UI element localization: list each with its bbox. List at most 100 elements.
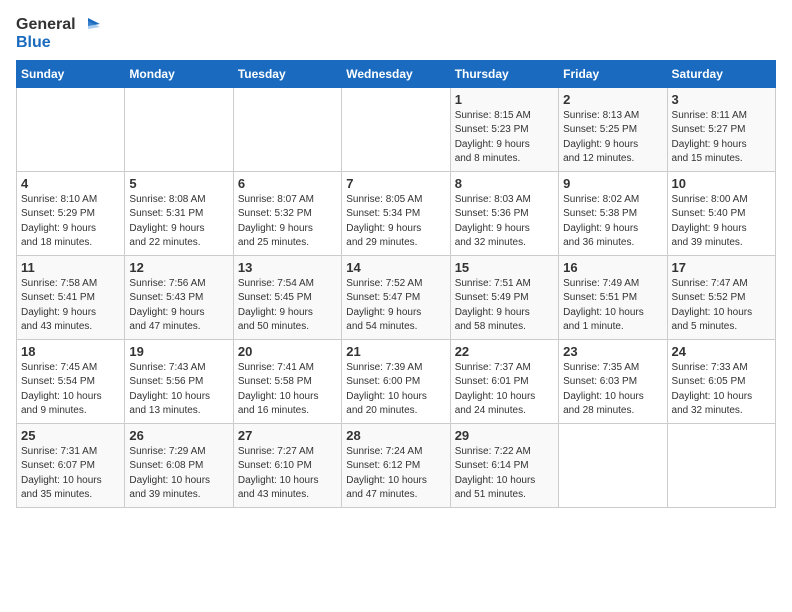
day-info: Sunrise: 7:24 AM Sunset: 6:12 PM Dayligh…: [346, 445, 445, 503]
day-info: Sunrise: 7:22 AM Sunset: 6:14 PM Dayligh…: [455, 445, 554, 503]
weekday-header-saturday: Saturday: [667, 60, 775, 87]
calendar-cell: 25 Sunrise: 7:31 AM Sunset: 6:07 PM Dayli…: [17, 423, 125, 507]
day-info: Sunrise: 7:35 AM Sunset: 6:03 PM Dayligh…: [563, 361, 662, 419]
calendar-cell: [233, 87, 341, 171]
day-info: Sunrise: 7:52 AM Sunset: 5:47 PM Dayligh…: [346, 277, 445, 335]
day-number: 13: [238, 260, 337, 275]
weekday-header-thursday: Thursday: [450, 60, 558, 87]
calendar-cell: 17 Sunrise: 7:47 AM Sunset: 5:52 PM Dayli…: [667, 255, 775, 339]
day-number: 12: [129, 260, 228, 275]
calendar-cell: 9 Sunrise: 8:02 AM Sunset: 5:38 PM Daylig…: [559, 171, 667, 255]
calendar-cell: 19 Sunrise: 7:43 AM Sunset: 5:56 PM Dayli…: [125, 339, 233, 423]
calendar-cell: 1 Sunrise: 8:15 AM Sunset: 5:23 PM Daylig…: [450, 87, 558, 171]
day-info: Sunrise: 7:51 AM Sunset: 5:49 PM Dayligh…: [455, 277, 554, 335]
calendar-cell: 21 Sunrise: 7:39 AM Sunset: 6:00 PM Dayli…: [342, 339, 450, 423]
calendar-cell: 2Sunrise: 8:13 AM Sunset: 5:25 PM Daylig…: [559, 87, 667, 171]
weekday-header-wednesday: Wednesday: [342, 60, 450, 87]
day-number: 20: [238, 344, 337, 359]
day-info: Sunrise: 7:41 AM Sunset: 5:58 PM Dayligh…: [238, 361, 337, 419]
logo-general-text: General: [16, 16, 76, 34]
day-info: Sunrise: 7:27 AM Sunset: 6:10 PM Dayligh…: [238, 445, 337, 503]
day-info: Sunrise: 8:03 AM Sunset: 5:36 PM Dayligh…: [455, 193, 554, 251]
day-number: 15: [455, 260, 554, 275]
day-info: Sunrise: 7:39 AM Sunset: 6:00 PM Dayligh…: [346, 361, 445, 419]
calendar-cell: 4 Sunrise: 8:10 AM Sunset: 5:29 PM Daylig…: [17, 171, 125, 255]
day-info: Sunrise: 8:11 AM Sunset: 5:27 PM Dayligh…: [672, 109, 771, 167]
day-number: 28: [346, 428, 445, 443]
day-info: Sunrise: 7:45 AM Sunset: 5:54 PM Dayligh…: [21, 361, 120, 419]
day-number: 2: [563, 92, 662, 107]
day-number: 18: [21, 344, 120, 359]
day-info: Sunrise: 7:29 AM Sunset: 6:08 PM Dayligh…: [129, 445, 228, 503]
day-number: 14: [346, 260, 445, 275]
logo-bird-icon: [78, 16, 100, 34]
day-info: Sunrise: 7:47 AM Sunset: 5:52 PM Dayligh…: [672, 277, 771, 335]
day-number: 21: [346, 344, 445, 359]
calendar-table: SundayMondayTuesdayWednesdayThursdayFrid…: [16, 60, 776, 508]
calendar-cell: 5 Sunrise: 8:08 AM Sunset: 5:31 PM Daylig…: [125, 171, 233, 255]
calendar-cell: 26 Sunrise: 7:29 AM Sunset: 6:08 PM Dayli…: [125, 423, 233, 507]
day-number: 24: [672, 344, 771, 359]
calendar-cell: 13 Sunrise: 7:54 AM Sunset: 5:45 PM Dayli…: [233, 255, 341, 339]
calendar-cell: 23 Sunrise: 7:35 AM Sunset: 6:03 PM Dayli…: [559, 339, 667, 423]
calendar-cell: 18 Sunrise: 7:45 AM Sunset: 5:54 PM Dayli…: [17, 339, 125, 423]
day-info: Sunrise: 8:08 AM Sunset: 5:31 PM Dayligh…: [129, 193, 228, 251]
calendar-cell: [125, 87, 233, 171]
day-number: 16: [563, 260, 662, 275]
day-info: Sunrise: 8:15 AM Sunset: 5:23 PM Dayligh…: [455, 109, 554, 167]
logo-blue-text: Blue: [16, 34, 100, 52]
day-number: 7: [346, 176, 445, 191]
day-number: 10: [672, 176, 771, 191]
calendar-cell: 22 Sunrise: 7:37 AM Sunset: 6:01 PM Dayli…: [450, 339, 558, 423]
day-number: 3: [672, 92, 771, 107]
day-number: 22: [455, 344, 554, 359]
day-info: Sunrise: 8:10 AM Sunset: 5:29 PM Dayligh…: [21, 193, 120, 251]
weekday-header-sunday: Sunday: [17, 60, 125, 87]
day-info: Sunrise: 7:54 AM Sunset: 5:45 PM Dayligh…: [238, 277, 337, 335]
day-number: 29: [455, 428, 554, 443]
calendar-cell: 28 Sunrise: 7:24 AM Sunset: 6:12 PM Dayli…: [342, 423, 450, 507]
calendar-cell: 11 Sunrise: 7:58 AM Sunset: 5:41 PM Dayli…: [17, 255, 125, 339]
calendar-cell: 24 Sunrise: 7:33 AM Sunset: 6:05 PM Dayli…: [667, 339, 775, 423]
day-number: 6: [238, 176, 337, 191]
calendar-cell: [559, 423, 667, 507]
calendar-cell: 27 Sunrise: 7:27 AM Sunset: 6:10 PM Dayli…: [233, 423, 341, 507]
day-number: 26: [129, 428, 228, 443]
calendar-cell: 29 Sunrise: 7:22 AM Sunset: 6:14 PM Dayli…: [450, 423, 558, 507]
calendar-cell: [667, 423, 775, 507]
calendar-cell: 10 Sunrise: 8:00 AM Sunset: 5:40 PM Dayli…: [667, 171, 775, 255]
day-number: 1: [455, 92, 554, 107]
day-number: 9: [563, 176, 662, 191]
calendar-cell: 6 Sunrise: 8:07 AM Sunset: 5:32 PM Daylig…: [233, 171, 341, 255]
calendar-cell: [17, 87, 125, 171]
day-number: 23: [563, 344, 662, 359]
calendar-cell: 14 Sunrise: 7:52 AM Sunset: 5:47 PM Dayli…: [342, 255, 450, 339]
calendar-cell: 8 Sunrise: 8:03 AM Sunset: 5:36 PM Daylig…: [450, 171, 558, 255]
day-info: Sunrise: 8:07 AM Sunset: 5:32 PM Dayligh…: [238, 193, 337, 251]
day-info: Sunrise: 7:37 AM Sunset: 6:01 PM Dayligh…: [455, 361, 554, 419]
day-info: Sunrise: 7:33 AM Sunset: 6:05 PM Dayligh…: [672, 361, 771, 419]
calendar-cell: 3 Sunrise: 8:11 AM Sunset: 5:27 PM Daylig…: [667, 87, 775, 171]
day-number: 17: [672, 260, 771, 275]
day-number: 5: [129, 176, 228, 191]
day-info: Sunrise: 7:31 AM Sunset: 6:07 PM Dayligh…: [21, 445, 120, 503]
day-info: Sunrise: 8:00 AM Sunset: 5:40 PM Dayligh…: [672, 193, 771, 251]
day-number: 25: [21, 428, 120, 443]
day-number: 4: [21, 176, 120, 191]
calendar-cell: 20 Sunrise: 7:41 AM Sunset: 5:58 PM Dayli…: [233, 339, 341, 423]
day-number: 27: [238, 428, 337, 443]
logo: General Blue: [16, 16, 100, 52]
day-number: 19: [129, 344, 228, 359]
day-number: 11: [21, 260, 120, 275]
day-info: Sunrise: 7:49 AM Sunset: 5:51 PM Dayligh…: [563, 277, 662, 335]
header: General Blue: [16, 16, 776, 52]
day-info: Sunrise: 7:43 AM Sunset: 5:56 PM Dayligh…: [129, 361, 228, 419]
calendar-cell: 7Sunrise: 8:05 AM Sunset: 5:34 PM Daylig…: [342, 171, 450, 255]
day-info: Sunrise: 7:58 AM Sunset: 5:41 PM Dayligh…: [21, 277, 120, 335]
day-info: Sunrise: 8:02 AM Sunset: 5:38 PM Dayligh…: [563, 193, 662, 251]
calendar-cell: 12Sunrise: 7:56 AM Sunset: 5:43 PM Dayli…: [125, 255, 233, 339]
weekday-header-friday: Friday: [559, 60, 667, 87]
calendar-cell: 15 Sunrise: 7:51 AM Sunset: 5:49 PM Dayli…: [450, 255, 558, 339]
day-number: 8: [455, 176, 554, 191]
weekday-header-monday: Monday: [125, 60, 233, 87]
